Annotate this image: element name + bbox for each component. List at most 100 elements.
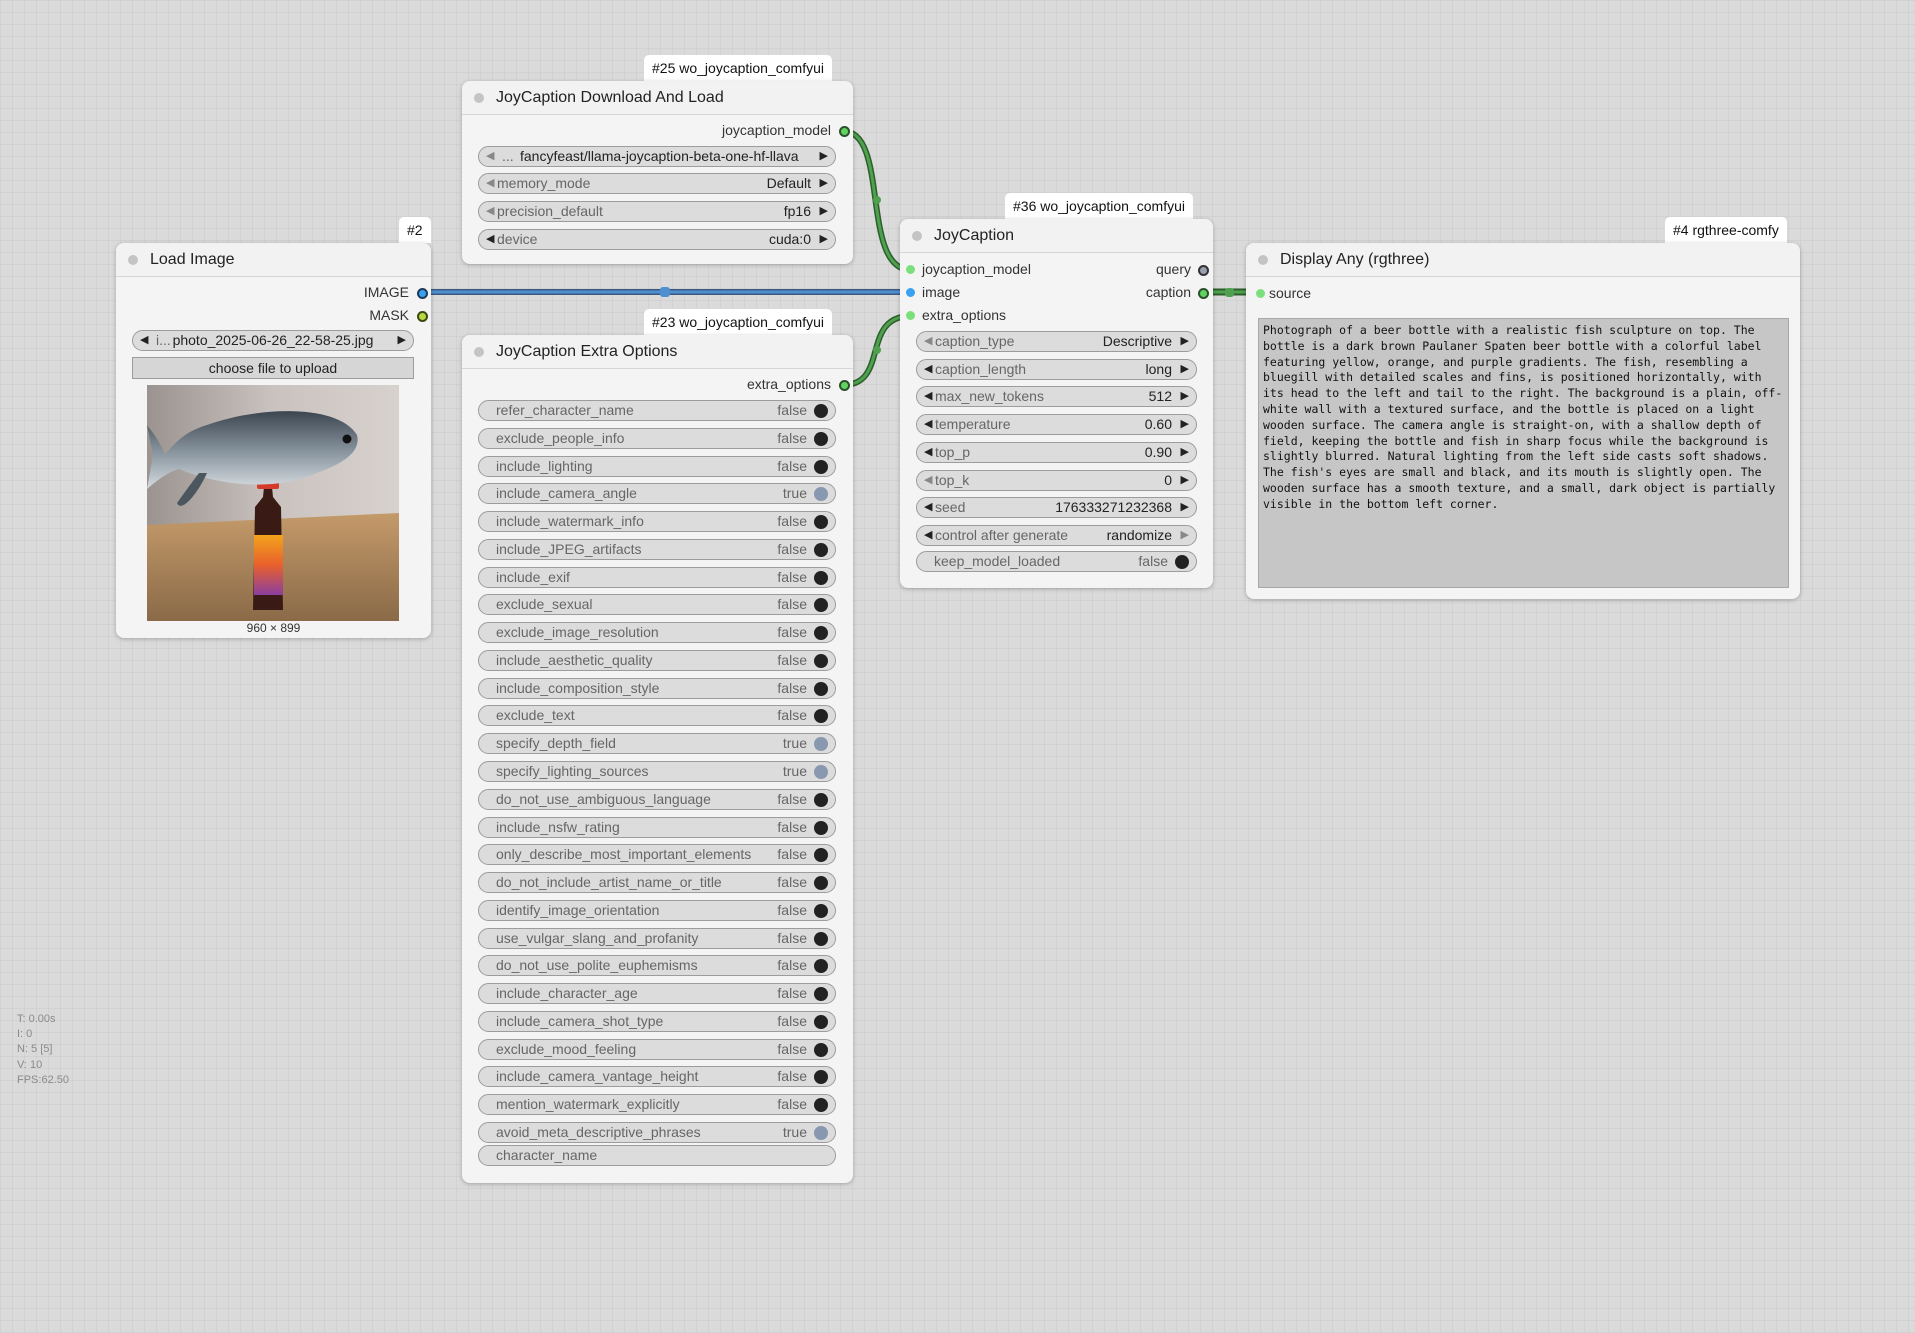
option-toggle-mention-watermark-explicitly[interactable]: mention_watermark_explicitly false [478, 1094, 836, 1116]
toggle-knob[interactable] [814, 459, 828, 474]
arrow-left-icon[interactable]: ◀ [486, 202, 494, 221]
option-toggle-do-not-use-polite-euphemisms[interactable]: do_not_use_polite_euphemisms false [478, 955, 836, 977]
arrow-right-icon[interactable]: ▶ [1181, 415, 1189, 434]
option-toggle-include-jpeg-artifacts[interactable]: include_JPEG_artifacts false [478, 538, 836, 560]
toggle-knob[interactable] [814, 1014, 828, 1029]
node-header[interactable]: JoyCaption [900, 219, 1213, 253]
arrow-right-icon[interactable]: ▶ [820, 174, 828, 193]
node-header[interactable]: Display Any (rgthree) [1246, 243, 1800, 277]
output-mask-slot[interactable] [417, 311, 428, 322]
toggle-knob[interactable] [814, 431, 828, 446]
arrow-right-icon[interactable]: ▶ [1181, 498, 1189, 517]
toggle-knob[interactable] [814, 709, 828, 724]
arrow-right-icon[interactable]: ▶ [1181, 360, 1189, 379]
output-joycaption-model-slot[interactable] [839, 126, 850, 137]
toggle-knob[interactable] [814, 542, 828, 557]
toggle-knob[interactable] [814, 737, 828, 752]
output-query-slot[interactable] [1198, 265, 1209, 276]
arrow-left-icon[interactable]: ◀ [924, 526, 932, 545]
toggle-knob[interactable] [1175, 555, 1189, 569]
toggle-knob[interactable] [814, 626, 828, 641]
option-toggle-include-camera-vantage-height[interactable]: include_camera_vantage_height false [478, 1066, 836, 1088]
arrow-left-icon[interactable]: ◀ [924, 332, 932, 351]
option-toggle-exclude-sexual[interactable]: exclude_sexual false [478, 594, 836, 616]
load-image-node[interactable]: Load Image IMAGE MASK ◀ i... photo_2025-… [116, 243, 431, 638]
keep-model-loaded-toggle[interactable]: keep_model_loaded false [916, 551, 1197, 572]
precision-default-combo[interactable]: ◀ precision_default fp16 ▶ [478, 201, 836, 222]
output-extra-options-slot[interactable] [839, 380, 850, 391]
collapse-toggle[interactable] [474, 347, 484, 357]
output-image-slot[interactable] [417, 288, 428, 299]
joycaption-extra-options-node[interactable]: JoyCaption Extra Options extra_options r… [462, 335, 853, 1183]
arrow-left-icon[interactable]: ◀ [486, 147, 494, 166]
output-caption-slot[interactable] [1198, 288, 1209, 299]
node-header[interactable]: JoyCaption Extra Options [462, 335, 853, 369]
option-toggle-use-vulgar-slang-and-profanity[interactable]: use_vulgar_slang_and_profanity false [478, 927, 836, 949]
option-toggle-include-watermark-info[interactable]: include_watermark_info false [478, 511, 836, 533]
option-toggle-include-character-age[interactable]: include_character_age false [478, 983, 836, 1005]
collapse-toggle[interactable] [474, 93, 484, 103]
toggle-knob[interactable] [814, 792, 828, 807]
toggle-knob[interactable] [814, 515, 828, 530]
node-header[interactable]: JoyCaption Download And Load [462, 81, 853, 115]
image-file-combo[interactable]: ◀ i... photo_2025-06-26_22-58-25.jpg ▶ [132, 330, 414, 351]
memory-mode-combo[interactable]: ◀ memory_mode Default ▶ [478, 173, 836, 194]
collapse-toggle[interactable] [128, 255, 138, 265]
toggle-knob[interactable] [814, 820, 828, 835]
arrow-right-icon[interactable]: ▶ [820, 230, 828, 249]
arrow-right-icon[interactable]: ▶ [1181, 387, 1189, 406]
option-toggle-exclude-mood-feeling[interactable]: exclude_mood_feeling false [478, 1038, 836, 1060]
widget-top-p[interactable]: ◀ top_p 0.90 ▶ [916, 441, 1197, 463]
toggle-knob[interactable] [814, 987, 828, 1002]
arrow-right-icon[interactable]: ▶ [1181, 443, 1189, 462]
upload-button[interactable]: choose file to upload [132, 357, 414, 379]
option-toggle-specify-lighting-sources[interactable]: specify_lighting_sources true [478, 761, 836, 782]
widget-caption-type[interactable]: ◀ caption_type Descriptive ▶ [916, 331, 1197, 352]
collapse-toggle[interactable] [912, 231, 922, 241]
widget-caption-length[interactable]: ◀ caption_length long ▶ [916, 358, 1197, 380]
toggle-knob[interactable] [814, 765, 828, 779]
toggle-knob[interactable] [814, 931, 828, 946]
option-toggle-exclude-people-info[interactable]: exclude_people_info false [478, 427, 836, 449]
widget-temperature[interactable]: ◀ temperature 0.60 ▶ [916, 414, 1197, 436]
collapse-toggle[interactable] [1258, 255, 1268, 265]
model-combo[interactable]: ◀ ... fancyfeast/llama-joycaption-beta-o… [478, 146, 836, 167]
option-toggle-include-aesthetic-quality[interactable]: include_aesthetic_quality false [478, 649, 836, 671]
arrow-right-icon[interactable]: ▶ [820, 147, 828, 166]
option-toggle-include-camera-shot-type[interactable]: include_camera_shot_type false [478, 1010, 836, 1032]
toggle-knob[interactable] [814, 876, 828, 891]
input-joycaption-model-slot[interactable] [906, 265, 915, 274]
option-toggle-exclude-text[interactable]: exclude_text false [478, 705, 836, 727]
toggle-knob[interactable] [814, 1070, 828, 1085]
toggle-knob[interactable] [814, 1126, 828, 1141]
option-toggle-identify-image-orientation[interactable]: identify_image_orientation false [478, 899, 836, 921]
toggle-knob[interactable] [814, 1098, 828, 1113]
input-extra-options-slot[interactable] [906, 311, 915, 320]
toggle-knob[interactable] [814, 959, 828, 974]
option-toggle-do-not-use-ambiguous-language[interactable]: do_not_use_ambiguous_language false [478, 788, 836, 810]
option-toggle-do-not-include-artist-name-or-title[interactable]: do_not_include_artist_name_or_title false [478, 872, 836, 894]
widget-control-after-generate[interactable]: ◀ control after generate randomize ▶ [916, 524, 1197, 546]
option-toggle-include-nsfw-rating[interactable]: include_nsfw_rating false [478, 816, 836, 838]
option-toggle-include-lighting[interactable]: include_lighting false [478, 455, 836, 477]
arrow-left-icon[interactable]: ◀ [924, 387, 932, 406]
input-source-slot[interactable] [1256, 289, 1265, 298]
arrow-right-icon[interactable]: ▶ [1181, 526, 1189, 545]
widget-max-new-tokens[interactable]: ◀ max_new_tokens 512 ▶ [916, 386, 1197, 408]
display-any-node[interactable]: Display Any (rgthree) source Photograph … [1246, 243, 1800, 599]
joycaption-download-node[interactable]: JoyCaption Download And Load joycaption_… [462, 81, 853, 264]
arrow-left-icon[interactable]: ◀ [486, 174, 494, 193]
toggle-knob[interactable] [814, 404, 828, 418]
character-name-text[interactable]: character_name [478, 1145, 836, 1166]
arrow-left-icon[interactable]: ◀ [924, 498, 932, 517]
option-toggle-exclude-image-resolution[interactable]: exclude_image_resolution false [478, 622, 836, 644]
arrow-right-icon[interactable]: ▶ [398, 331, 406, 350]
arrow-left-icon[interactable]: ◀ [924, 415, 932, 434]
toggle-knob[interactable] [814, 1042, 828, 1057]
arrow-right-icon[interactable]: ▶ [1181, 332, 1189, 351]
toggle-knob[interactable] [814, 653, 828, 668]
arrow-right-icon[interactable]: ▶ [1181, 471, 1189, 490]
input-image-slot[interactable] [906, 288, 915, 297]
toggle-knob[interactable] [814, 848, 828, 863]
toggle-knob[interactable] [814, 681, 828, 696]
